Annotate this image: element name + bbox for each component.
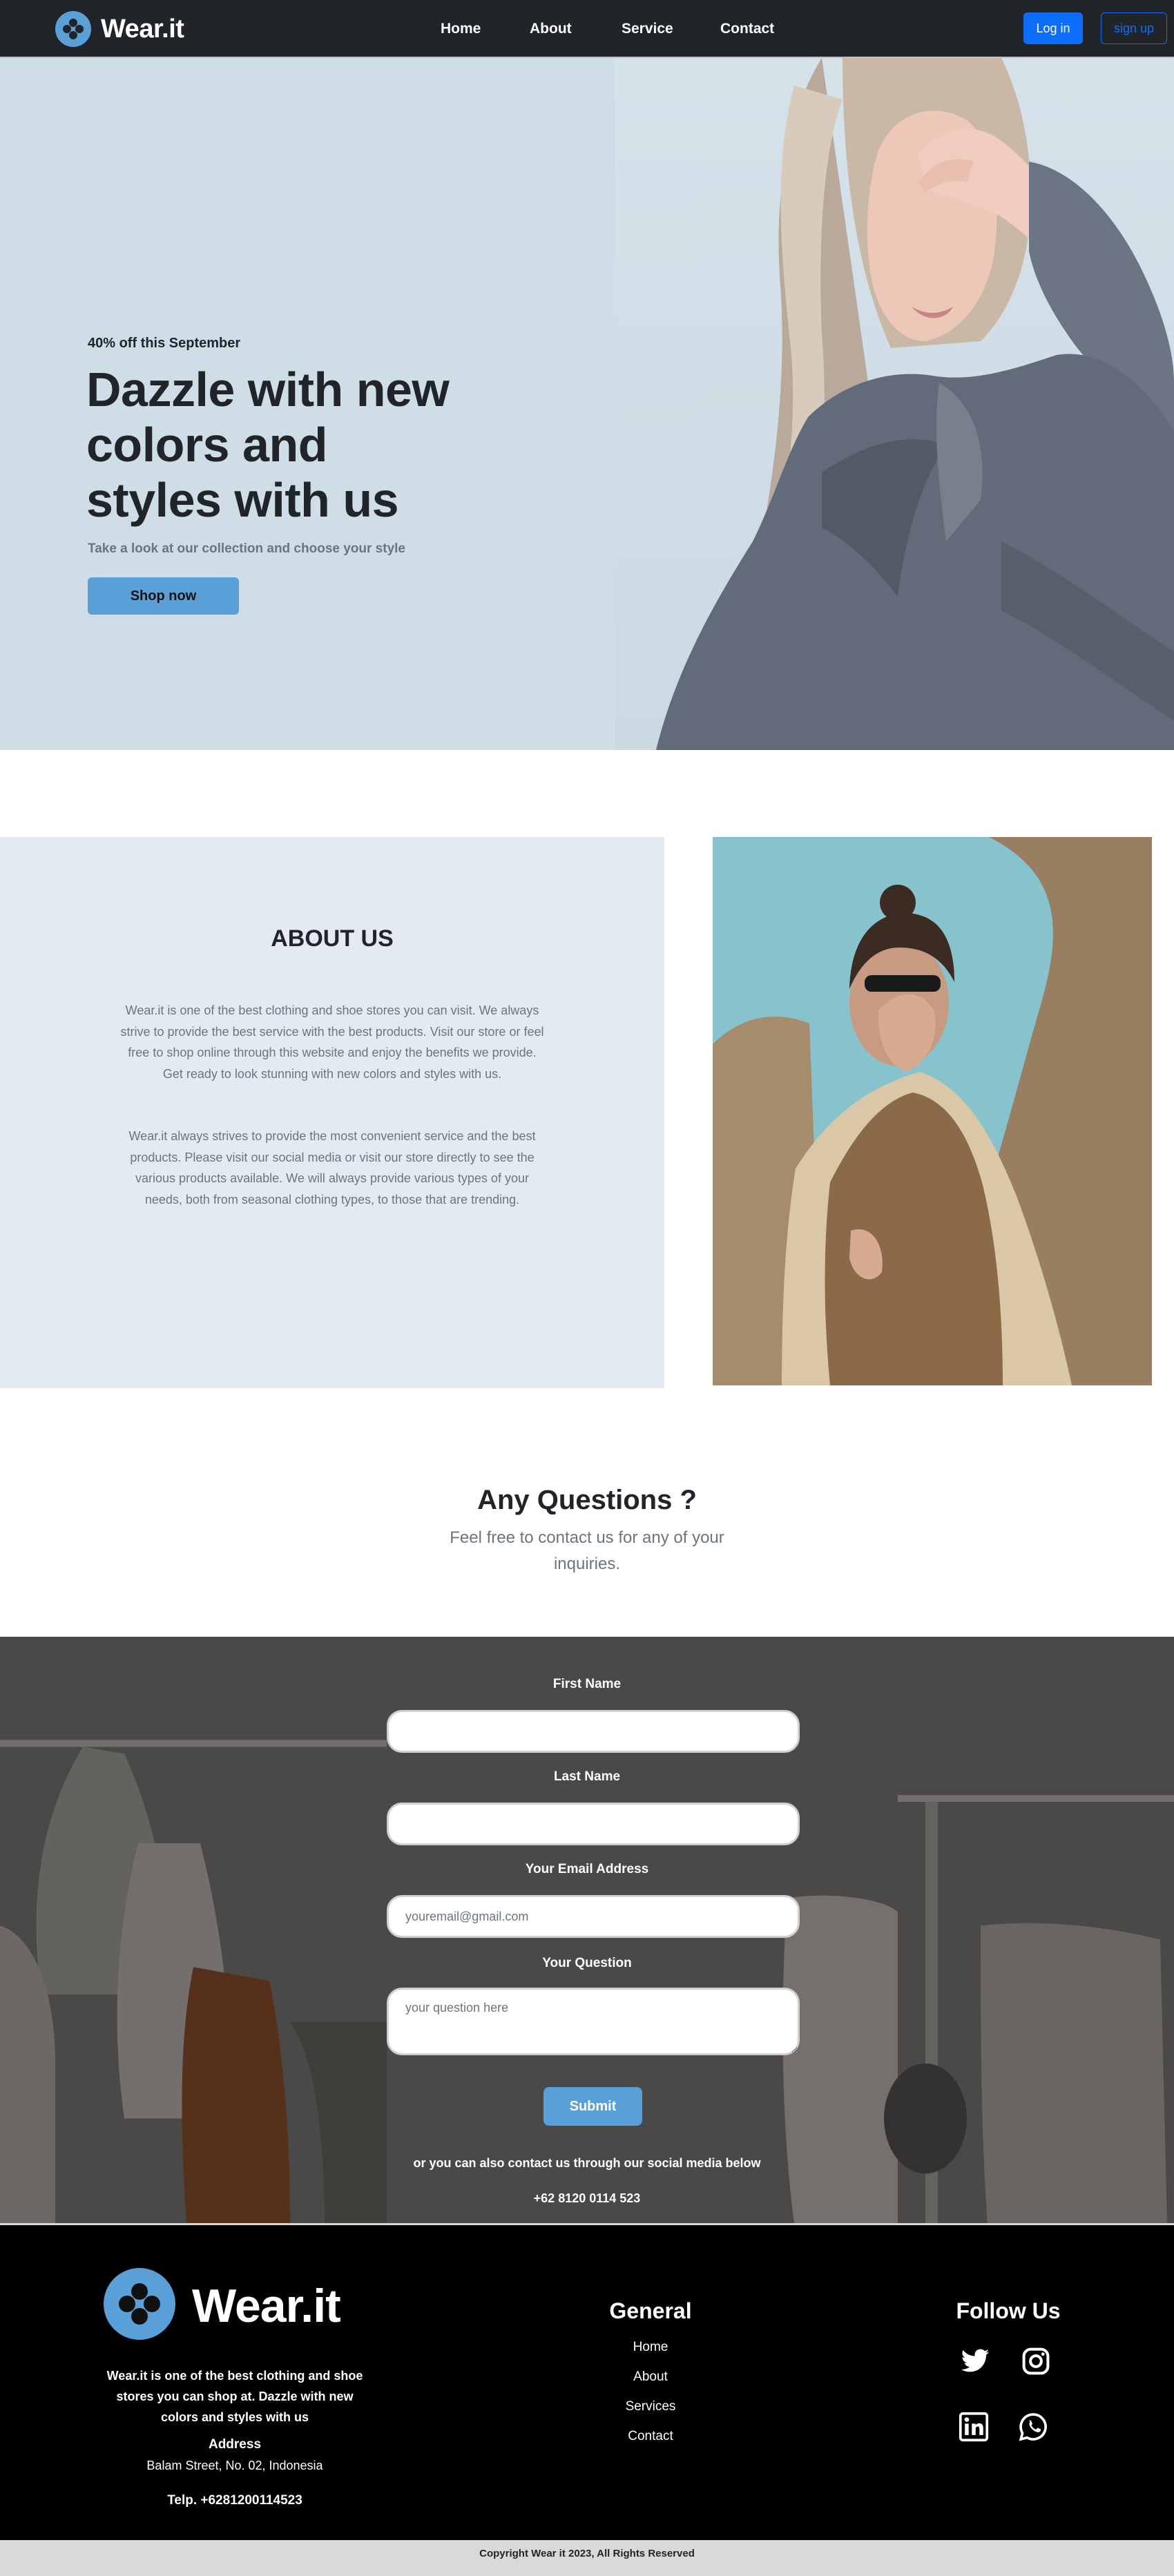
nav-links: Home About Service Contact bbox=[0, 0, 1174, 58]
questions-title: Any Questions ? bbox=[477, 1485, 697, 1515]
footer: Wear.it Wear.it is one of the best cloth… bbox=[0, 2225, 1174, 2540]
about-text-panel: ABOUT US Wear.it is one of the best clot… bbox=[0, 837, 664, 1388]
footer-follow-heading: Follow Us bbox=[956, 2298, 1061, 2323]
nav-link-about[interactable]: About bbox=[530, 0, 572, 58]
contact-note: or you can also contact us through our s… bbox=[413, 2156, 761, 2170]
instagram-icon[interactable] bbox=[1021, 2346, 1051, 2376]
about-paragraph-1: Wear.it is one of the best clothing and … bbox=[120, 1003, 544, 1081]
last-name-input[interactable] bbox=[387, 1803, 800, 1845]
question-textarea[interactable] bbox=[387, 1988, 800, 2055]
copyright-bar: Copyright Wear it 2023, All Rights Reser… bbox=[0, 2540, 1174, 2576]
footer-telephone: Telp. +6281200114523 bbox=[167, 2493, 302, 2508]
first-name-input[interactable] bbox=[387, 1710, 800, 1753]
signup-button[interactable]: sign up bbox=[1101, 12, 1167, 44]
about-section: ABOUT US Wear.it is one of the best clot… bbox=[0, 750, 1174, 1388]
nav-link-service[interactable]: Service bbox=[622, 0, 673, 58]
email-input[interactable] bbox=[387, 1895, 800, 1938]
whatsapp-icon[interactable] bbox=[1018, 2412, 1048, 2442]
hero-subtitle: Take a look at our collection and choose… bbox=[88, 541, 405, 556]
last-name-label: Last Name bbox=[553, 1769, 621, 1784]
contact-form-section: First Name Last Name Your Email Address … bbox=[0, 1637, 1174, 2225]
email-label: Your Email Address bbox=[525, 1862, 649, 1876]
footer-description: Wear.it is one of the best clothing and … bbox=[106, 2369, 363, 2424]
about-image bbox=[713, 837, 1152, 1385]
footer-general-heading: General bbox=[609, 2298, 692, 2323]
footer-brand-name: Wear.it bbox=[192, 2280, 341, 2332]
submit-button[interactable]: Submit bbox=[543, 2087, 642, 2126]
footer-address-label: Address bbox=[208, 2437, 262, 2452]
footer-logo-icon bbox=[104, 2268, 175, 2340]
footer-link-home[interactable]: Home bbox=[581, 2340, 720, 2355]
about-heading: ABOUT US bbox=[271, 925, 394, 952]
hero-title: Dazzle with new colors and styles with u… bbox=[86, 363, 450, 527]
questions-section: Any Questions ? Feel free to contact us … bbox=[0, 1388, 1174, 1637]
questions-subtitle: Feel free to contact us for any of your … bbox=[450, 1528, 724, 1573]
footer-address: Balam Street, No. 02, Indonesia bbox=[146, 2459, 323, 2472]
footer-link-services[interactable]: Services bbox=[581, 2399, 720, 2414]
first-name-label: First Name bbox=[552, 1677, 622, 1691]
about-paragraph-2: Wear.it always strives to provide the mo… bbox=[128, 1129, 536, 1207]
hero-section: 40% off this September Dazzle with new c… bbox=[0, 58, 1174, 750]
shop-now-button[interactable]: Shop now bbox=[88, 577, 239, 615]
navbar: Wear.it Home About Service Contact Log i… bbox=[0, 0, 1174, 58]
hero-promo-tag: 40% off this September bbox=[88, 336, 241, 351]
linkedin-icon[interactable] bbox=[959, 2412, 989, 2442]
hero-image bbox=[615, 58, 1174, 750]
footer-link-contact[interactable]: Contact bbox=[581, 2429, 720, 2444]
footer-link-about[interactable]: About bbox=[581, 2370, 720, 2385]
login-button[interactable]: Log in bbox=[1023, 12, 1083, 44]
question-label: Your Question bbox=[542, 1956, 632, 1970]
nav-link-home[interactable]: Home bbox=[441, 0, 481, 58]
nav-link-contact[interactable]: Contact bbox=[720, 0, 774, 58]
twitter-icon[interactable] bbox=[960, 2346, 990, 2376]
contact-phone: +62 8120 0114 523 bbox=[533, 2191, 641, 2205]
